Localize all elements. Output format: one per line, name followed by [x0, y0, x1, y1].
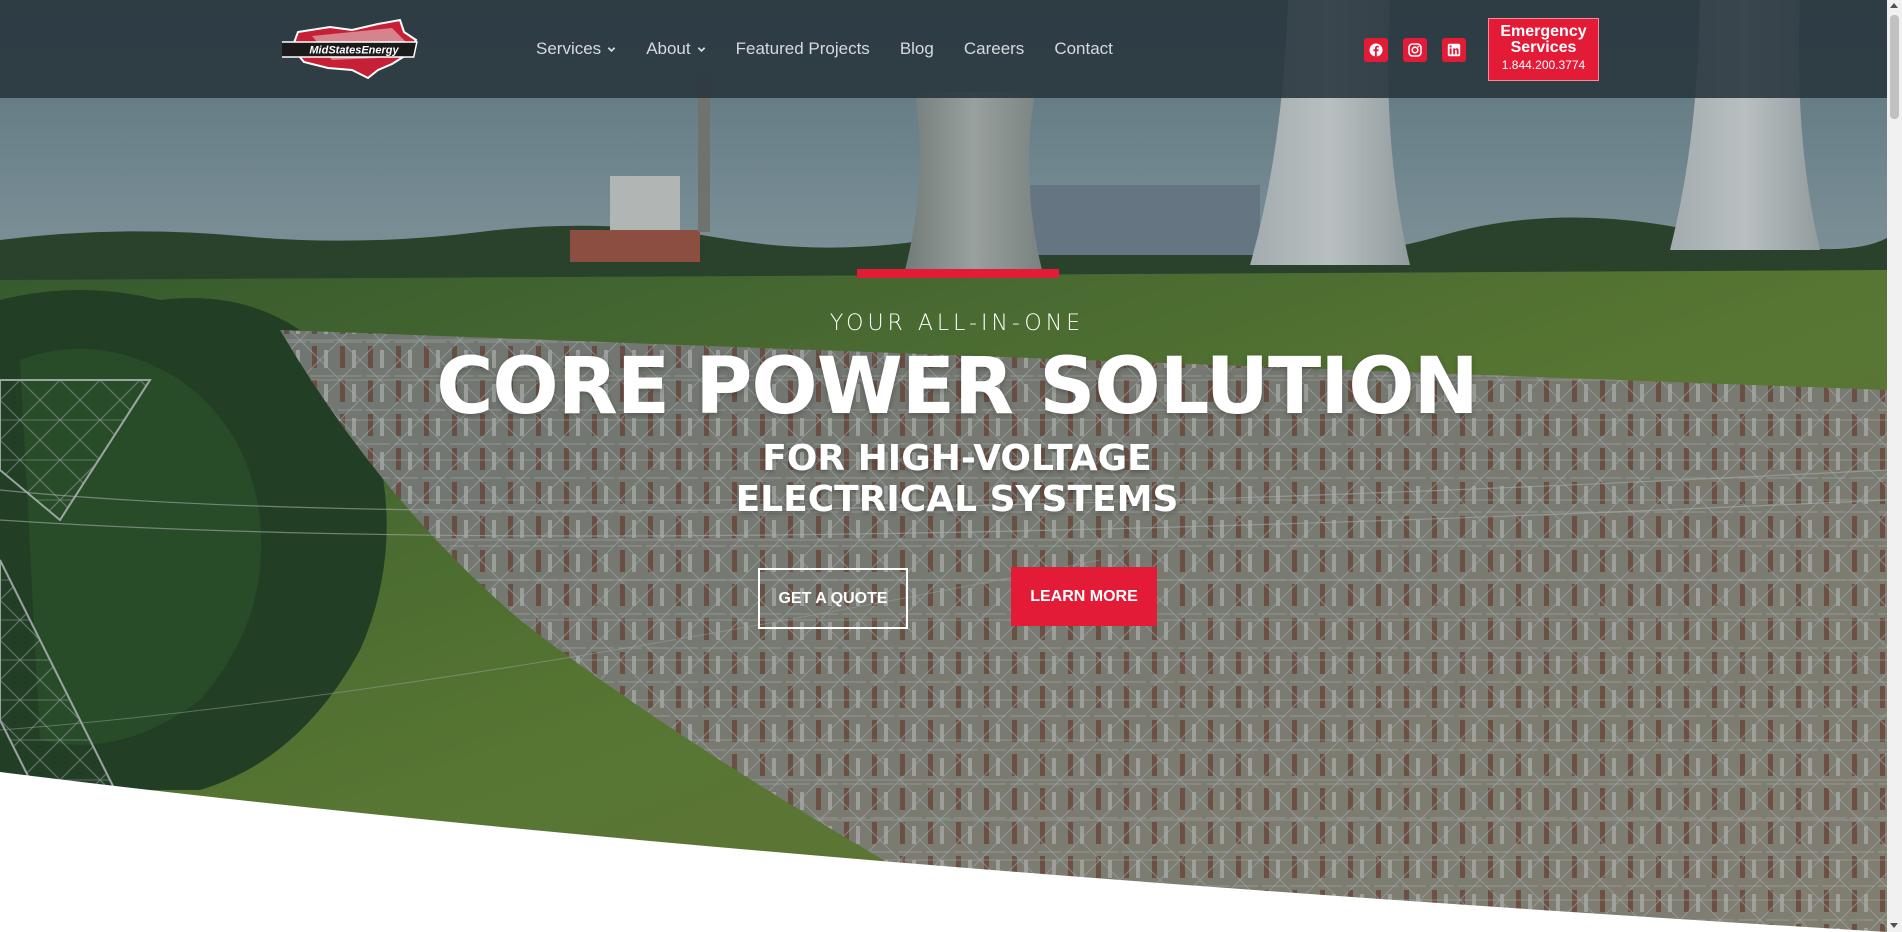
hero-subheadline: FOR HIGH-VOLTAGE ELECTRICAL SYSTEMS — [0, 438, 1902, 520]
accent-bar — [857, 269, 1059, 278]
hero-subheadline-line-2: ELECTRICAL SYSTEMS — [735, 479, 1179, 520]
scroll-up-arrow-icon[interactable] — [1890, 3, 1898, 8]
learn-more-button[interactable]: LEARN MORE — [1011, 567, 1157, 626]
chevron-down-icon — [607, 46, 616, 52]
hero-kicker: YOUR ALL-IN-ONE — [829, 311, 1085, 336]
nav-featured-projects-label: Featured Projects — [735, 39, 870, 58]
nav-featured-projects[interactable]: Featured Projects — [736, 39, 870, 59]
nav-contact-label: Contact — [1054, 39, 1113, 58]
instagram-icon[interactable] — [1403, 38, 1427, 62]
chevron-down-icon — [697, 46, 705, 52]
social-links — [1364, 38, 1466, 62]
nav-services-label: Services — [536, 39, 602, 58]
emergency-title: Emergency Services — [1500, 23, 1587, 56]
facebook-icon[interactable] — [1364, 38, 1388, 62]
nav-blog-label: Blog — [899, 39, 934, 58]
emergency-phone: 1.844.200.3774 — [1501, 58, 1586, 72]
hero-subheadline-line-1: FOR HIGH-VOLTAGE — [762, 438, 1152, 479]
nav-about[interactable]: About — [646, 39, 705, 59]
nav-services[interactable]: Services — [536, 39, 616, 59]
linkedin-icon[interactable] — [1442, 38, 1466, 62]
main-navigation: Services About Featured Projects Blog Ca… — [536, 0, 1143, 98]
nav-about-label: About — [646, 39, 691, 58]
scrollbar-thumb[interactable] — [1890, 15, 1899, 119]
scroll-down-arrow-icon[interactable] — [1890, 923, 1898, 928]
nav-contact[interactable]: Contact — [1054, 39, 1113, 59]
midstates-energy-logo[interactable]: MidStatesEnergy — [274, 18, 424, 80]
nav-careers-label: Careers — [963, 39, 1025, 58]
page-scrollbar[interactable] — [1887, 0, 1902, 932]
site-header: MidStatesEnergy Services About Featured … — [0, 0, 1887, 98]
emergency-services-button[interactable]: Emergency Services 1.844.200.3774 — [1488, 18, 1599, 81]
svg-text:MidStatesEnergy: MidStatesEnergy — [309, 45, 399, 57]
nav-careers[interactable]: Careers — [964, 39, 1024, 59]
nav-blog[interactable]: Blog — [900, 39, 934, 59]
get-a-quote-button[interactable]: GET A QUOTE — [758, 568, 908, 629]
hero-headline: CORE POWER SOLUTION — [436, 342, 1479, 432]
